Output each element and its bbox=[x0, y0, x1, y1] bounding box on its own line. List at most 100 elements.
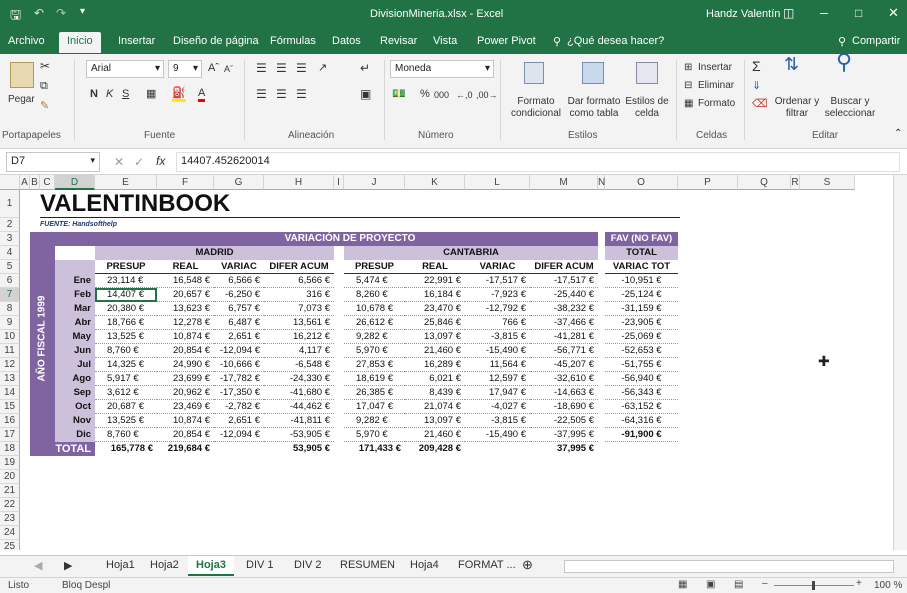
cantabria-cell[interactable]: 5,474 € bbox=[344, 274, 405, 288]
column-header-j[interactable]: J bbox=[344, 175, 405, 190]
cantabria-cell[interactable]: -32,610 € bbox=[530, 372, 598, 386]
madrid-total-presup[interactable]: 165,778 € bbox=[95, 442, 157, 456]
madrid-cell[interactable]: -6,548 € bbox=[264, 358, 334, 372]
tab-inicio[interactable]: Inicio bbox=[59, 32, 101, 53]
cantabria-col-header[interactable]: DIFER ACUM bbox=[530, 260, 598, 274]
row-header-23[interactable]: 23 bbox=[0, 512, 20, 526]
format-as-table-icon[interactable] bbox=[582, 62, 604, 84]
formula-input[interactable]: 14407.452620014 bbox=[176, 152, 900, 172]
cantabria-cell[interactable]: -3,815 € bbox=[465, 330, 530, 344]
column-header-q[interactable]: Q bbox=[738, 175, 791, 190]
column-header-g[interactable]: G bbox=[214, 175, 264, 190]
cantabria-cell[interactable]: 8,260 € bbox=[344, 288, 405, 302]
cantabria-cell[interactable]: 17,047 € bbox=[344, 400, 405, 414]
madrid-cell[interactable]: -41,680 € bbox=[264, 386, 334, 400]
orientation-icon[interactable]: ↗ bbox=[318, 62, 327, 74]
madrid-cell[interactable]: 20,687 € bbox=[95, 400, 157, 414]
italic-icon[interactable]: K bbox=[106, 88, 113, 100]
month-label[interactable]: Feb bbox=[55, 288, 95, 302]
tab-datos[interactable]: Datos bbox=[332, 35, 361, 47]
madrid-cell[interactable]: 16,548 € bbox=[157, 274, 214, 288]
clear-icon[interactable]: ⌫ bbox=[752, 98, 768, 110]
font-name-box[interactable]: Arial ▾ bbox=[86, 60, 164, 78]
tab-diseno[interactable]: Diseño de página bbox=[173, 35, 259, 47]
number-format-box[interactable]: Moneda ▾ bbox=[390, 60, 494, 78]
fill-icon[interactable]: ⇓ bbox=[752, 80, 761, 92]
total-label[interactable]: TOTAL bbox=[30, 442, 95, 456]
cantabria-cell[interactable]: -41,281 € bbox=[530, 330, 598, 344]
format-painter-icon[interactable]: ✎ bbox=[40, 100, 49, 112]
variac-tot-cell[interactable]: -64,316 € bbox=[605, 414, 678, 428]
madrid-cell[interactable]: 6,566 € bbox=[264, 274, 334, 288]
madrid-cell[interactable]: 2,651 € bbox=[214, 330, 264, 344]
madrid-cell[interactable]: -41,811 € bbox=[264, 414, 334, 428]
variac-tot-cell[interactable]: -63,152 € bbox=[605, 400, 678, 414]
cantabria-cell[interactable]: 6,021 € bbox=[405, 372, 465, 386]
madrid-cell[interactable]: 7,073 € bbox=[264, 302, 334, 316]
madrid-cell[interactable]: 20,854 € bbox=[157, 344, 214, 358]
align-right-icon[interactable]: ☰ bbox=[296, 88, 307, 100]
cantabria-cell[interactable]: 23,470 € bbox=[405, 302, 465, 316]
cantabria-total-presup[interactable]: 171,433 € bbox=[344, 442, 405, 456]
paste-button[interactable]: Pegar bbox=[8, 94, 35, 106]
cantabria-cell[interactable]: -4,027 € bbox=[465, 400, 530, 414]
tab-vista[interactable]: Vista bbox=[433, 35, 457, 47]
cantabria-cell[interactable]: -17,517 € bbox=[465, 274, 530, 288]
font-size-box[interactable]: 9 ▾ bbox=[168, 60, 202, 78]
shrink-font-icon[interactable]: Aˇ bbox=[224, 63, 233, 75]
cantabria-cell[interactable]: 13,097 € bbox=[405, 330, 465, 344]
madrid-cell[interactable]: -12,094 € bbox=[214, 344, 264, 358]
wrap-text-icon[interactable]: ↵ bbox=[360, 62, 370, 74]
delete-cells-button[interactable]: Eliminar bbox=[698, 80, 734, 92]
variac-tot-cell[interactable]: -52,653 € bbox=[605, 344, 678, 358]
align-top-icon[interactable]: ☰ bbox=[256, 62, 267, 74]
autosum-icon[interactable]: Σ bbox=[752, 59, 761, 73]
madrid-cell[interactable]: -10,666 € bbox=[214, 358, 264, 372]
cantabria-cell[interactable]: 16,289 € bbox=[405, 358, 465, 372]
row-header-17[interactable]: 17 bbox=[0, 428, 20, 442]
cantabria-cell[interactable]: 12,597 € bbox=[465, 372, 530, 386]
madrid-cell[interactable]: 3,612 € bbox=[95, 386, 157, 400]
align-middle-icon[interactable]: ☰ bbox=[276, 62, 287, 74]
cantabria-cell[interactable]: 8,439 € bbox=[405, 386, 465, 400]
column-header-o[interactable]: O bbox=[605, 175, 678, 190]
conditional-format-button[interactable]: Formato condicional bbox=[506, 96, 566, 120]
madrid-cell[interactable]: 20,380 € bbox=[95, 302, 157, 316]
cut-icon[interactable]: ✂ bbox=[40, 60, 50, 72]
madrid-cell[interactable]: 13,623 € bbox=[157, 302, 214, 316]
tell-me-input[interactable]: ¿Qué desea hacer? bbox=[567, 35, 664, 47]
cantabria-total-difer[interactable]: 37,995 € bbox=[530, 442, 598, 456]
fill-color-icon[interactable]: ⛽ bbox=[172, 87, 186, 102]
cell-styles-button[interactable]: Estilos de celda bbox=[622, 96, 672, 120]
variac-tot-cell[interactable]: -25,069 € bbox=[605, 330, 678, 344]
madrid-total-real[interactable]: 219,684 € bbox=[157, 442, 214, 456]
cantabria-col-header[interactable]: REAL bbox=[405, 260, 465, 274]
cantabria-col-header[interactable]: PRESUP bbox=[344, 260, 405, 274]
column-header-b[interactable]: B bbox=[30, 175, 40, 190]
tab-power-pivot[interactable]: Power Pivot bbox=[477, 35, 536, 47]
sheet-tab-resumen[interactable]: RESUMEN bbox=[340, 559, 395, 571]
madrid-cell[interactable]: 24,990 € bbox=[157, 358, 214, 372]
cantabria-cell[interactable]: 27,853 € bbox=[344, 358, 405, 372]
grow-font-icon[interactable]: Aˆ bbox=[208, 62, 219, 74]
madrid-cell[interactable]: -12,094 € bbox=[214, 428, 264, 442]
column-header-l[interactable]: L bbox=[465, 175, 530, 190]
cantabria-cell[interactable]: -17,517 € bbox=[530, 274, 598, 288]
cantabria-cell[interactable]: -14,663 € bbox=[530, 386, 598, 400]
cantabria-cell[interactable]: 26,612 € bbox=[344, 316, 405, 330]
madrid-cell[interactable]: 6,487 € bbox=[214, 316, 264, 330]
variac-tot-cell[interactable]: -10,951 € bbox=[605, 274, 678, 288]
tab-archivo[interactable]: Archivo bbox=[8, 35, 45, 47]
merge-center-icon[interactable]: ▣ bbox=[360, 88, 371, 100]
increase-decimal-icon[interactable]: ←,0 bbox=[456, 89, 473, 101]
column-header-p[interactable]: P bbox=[678, 175, 738, 190]
column-header-f[interactable]: F bbox=[157, 175, 214, 190]
cantabria-cell[interactable]: 21,074 € bbox=[405, 400, 465, 414]
madrid-col-header[interactable]: PRESUP bbox=[95, 260, 157, 274]
redo-icon[interactable]: ↷ bbox=[56, 6, 66, 20]
row-header-13[interactable]: 13 bbox=[0, 372, 20, 386]
madrid-col-header[interactable]: REAL bbox=[157, 260, 214, 274]
format-cells-button[interactable]: Formato bbox=[698, 98, 735, 110]
month-label[interactable]: Sep bbox=[55, 386, 95, 400]
undo-icon[interactable]: ↶ bbox=[34, 6, 44, 20]
